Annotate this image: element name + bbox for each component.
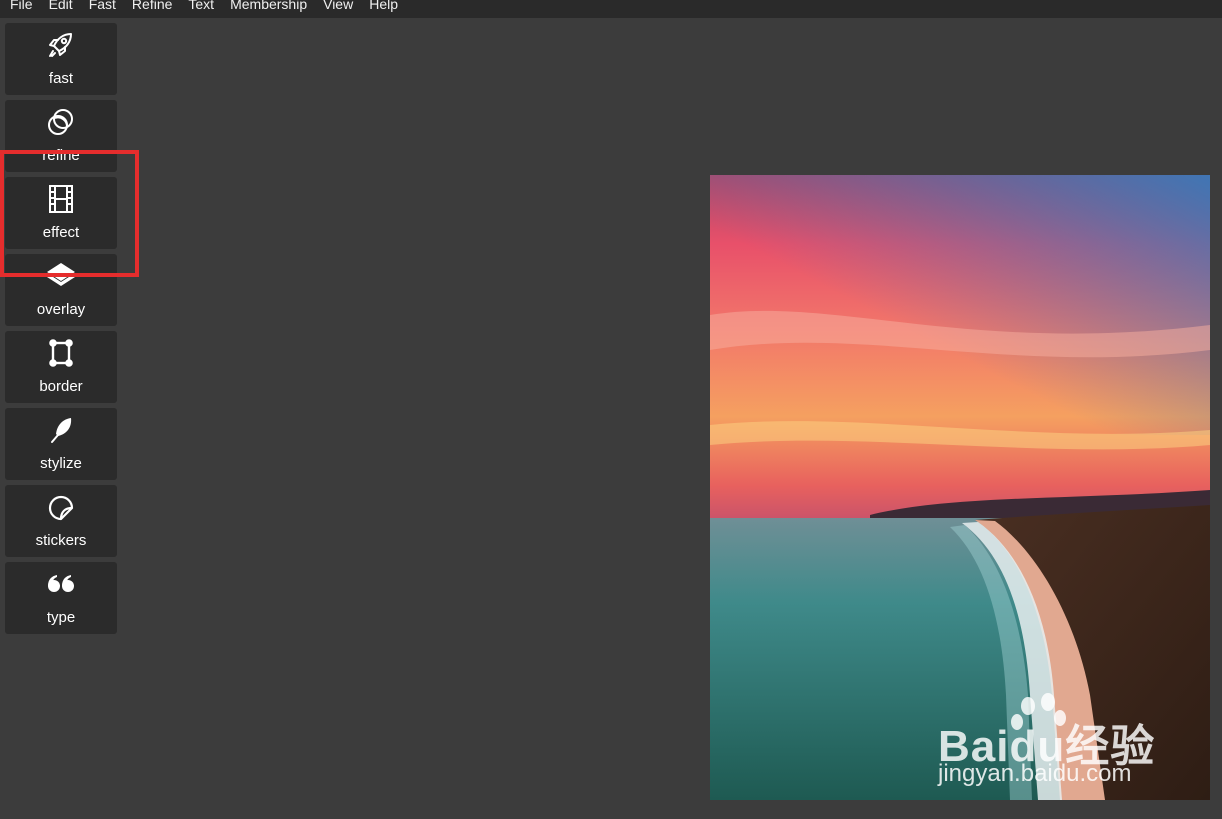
frame-icon <box>45 337 77 369</box>
rocket-icon <box>45 29 77 61</box>
tool-overlay-label: overlay <box>36 301 86 318</box>
tool-stickers-label: stickers <box>35 532 87 549</box>
tool-stylize-label: stylize <box>40 455 82 472</box>
tool-stylize-button[interactable]: stylize <box>5 408 117 480</box>
circles-icon <box>45 106 77 138</box>
sticker-icon <box>45 491 77 523</box>
tool-type-button[interactable]: type <box>5 562 117 634</box>
film-icon <box>45 183 77 215</box>
tool-type-label: type <box>46 609 76 626</box>
menu-membership[interactable]: Membership <box>230 0 307 11</box>
tool-stickers-button[interactable]: stickers <box>5 485 117 557</box>
feather-icon <box>45 414 77 446</box>
menu-view[interactable]: View <box>323 0 353 11</box>
tool-fast-button[interactable]: fast <box>5 23 117 95</box>
menu-file[interactable]: File <box>10 0 33 11</box>
menu-refine[interactable]: Refine <box>132 0 172 11</box>
menu-edit[interactable]: Edit <box>49 0 73 11</box>
canvas-photo <box>710 175 1210 800</box>
tool-refine-label: refine <box>42 147 80 164</box>
tool-fast-label: fast <box>48 70 74 87</box>
tool-border-label: border <box>39 378 83 395</box>
menu-bar: File Edit Fast Refine Text Membership Vi… <box>0 0 1222 18</box>
tool-border-button[interactable]: border <box>5 331 117 403</box>
menu-fast[interactable]: Fast <box>89 0 116 11</box>
quote-icon <box>45 568 77 600</box>
tool-overlay-button[interactable]: overlay <box>5 254 117 326</box>
menu-text[interactable]: Text <box>188 0 214 11</box>
tool-effect-button[interactable]: effect <box>5 177 117 249</box>
menu-help[interactable]: Help <box>369 0 398 11</box>
layers-icon <box>45 260 77 292</box>
tool-effect-label: effect <box>42 224 80 241</box>
tool-refine-button[interactable]: refine <box>5 100 117 172</box>
